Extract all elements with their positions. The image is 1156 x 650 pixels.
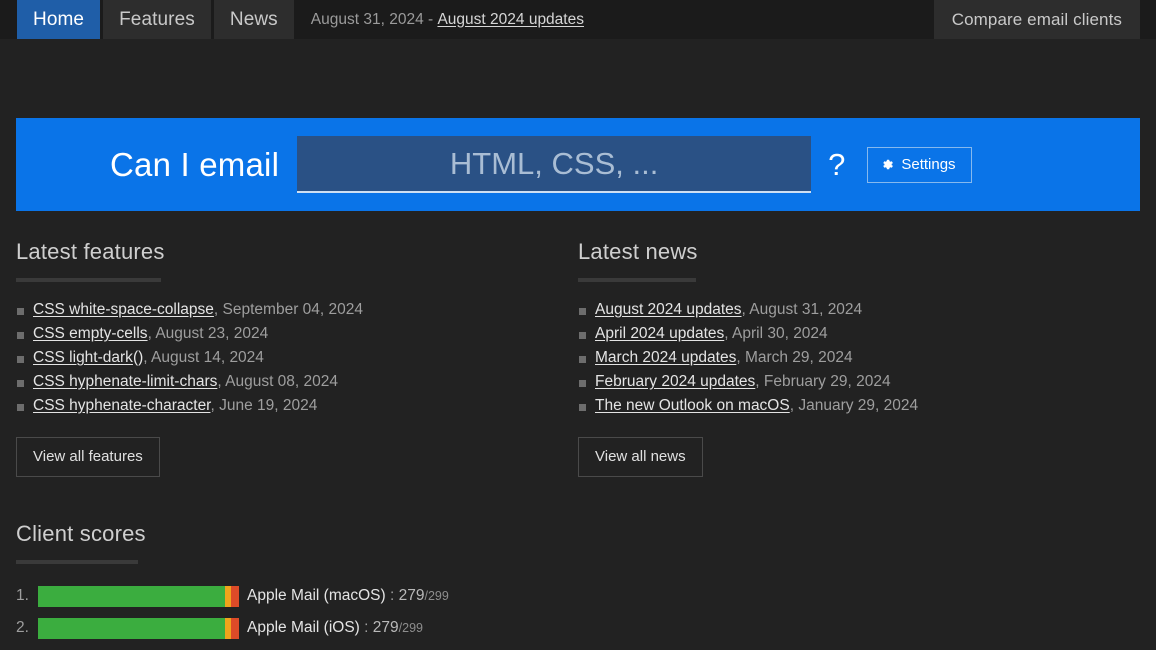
feature-date: , August 08, 2024 bbox=[217, 373, 339, 390]
score-bar bbox=[38, 585, 239, 607]
news-link[interactable]: April 2024 updates bbox=[595, 325, 724, 342]
feature-link[interactable]: CSS hyphenate-character bbox=[33, 397, 211, 414]
news-link[interactable]: The new Outlook on macOS bbox=[595, 397, 790, 414]
content-columns: Latest features CSS white-space-collapse… bbox=[0, 239, 1156, 477]
top-navigation-bar: Home Features News August 31, 2024 - Aug… bbox=[0, 0, 1156, 39]
news-date: , January 29, 2024 bbox=[789, 397, 919, 414]
feature-link[interactable]: CSS light-dark bbox=[33, 349, 133, 366]
list-item: March 2024 updates, March 29, 2024 bbox=[578, 346, 1140, 370]
feature-date: , September 04, 2024 bbox=[213, 301, 363, 318]
feature-link[interactable]: CSS empty-cells bbox=[33, 325, 148, 342]
list-item: CSS hyphenate-limit-chars, August 08, 20… bbox=[16, 370, 578, 394]
banner-title: Can I email bbox=[110, 145, 280, 183]
score-separator: : bbox=[359, 619, 373, 636]
list-item: The new Outlook on macOS, January 29, 20… bbox=[578, 394, 1140, 418]
nav-latest-update: August 31, 2024 - August 2024 updates bbox=[297, 0, 584, 39]
score-separator: : bbox=[385, 587, 399, 604]
search-banner: Can I email ? Settings bbox=[16, 118, 1140, 211]
nav-tab-news[interactable]: News bbox=[213, 0, 294, 39]
gear-icon bbox=[881, 158, 894, 171]
client-scores-section: Client scores 1. Apple Mail (macOS) : 27… bbox=[0, 521, 1156, 650]
news-link[interactable]: February 2024 updates bbox=[595, 373, 755, 390]
client-scores-heading: Client scores bbox=[16, 521, 146, 546]
score-value: 279 bbox=[398, 587, 425, 604]
view-all-news-button[interactable]: View all news bbox=[578, 437, 703, 477]
score-total: /299 bbox=[424, 589, 449, 603]
news-date: , August 31, 2024 bbox=[741, 301, 863, 318]
list-item: CSS light-dark(), August 14, 2024 bbox=[16, 346, 578, 370]
score-row bbox=[16, 644, 1140, 650]
view-all-features-button[interactable]: View all features bbox=[16, 437, 160, 477]
score-value: 279 bbox=[372, 619, 399, 636]
nav-tab-home-label: Home bbox=[33, 8, 85, 30]
nav-tab-features[interactable]: Features bbox=[103, 0, 211, 39]
feature-date: , June 19, 2024 bbox=[210, 397, 318, 414]
list-item: April 2024 updates, April 30, 2024 bbox=[578, 322, 1140, 346]
list-item: August 2024 updates, August 31, 2024 bbox=[578, 298, 1140, 322]
settings-button[interactable]: Settings bbox=[867, 146, 972, 183]
score-bar-unsupported bbox=[230, 617, 239, 639]
score-client-name: Apple Mail (macOS) bbox=[247, 587, 386, 604]
list-item: February 2024 updates, February 29, 2024 bbox=[578, 370, 1140, 394]
nav-tab-compare-label: Compare email clients bbox=[951, 9, 1122, 29]
nav-tab-home[interactable]: Home bbox=[17, 0, 101, 39]
latest-news-divider bbox=[578, 278, 696, 282]
nav-tab-news-label: News bbox=[229, 8, 278, 30]
latest-features-list: CSS white-space-collapse, September 04, … bbox=[16, 298, 578, 418]
client-scores-divider bbox=[16, 560, 138, 564]
feature-suffix: () bbox=[132, 349, 144, 366]
score-row: 1. Apple Mail (macOS) : 279/299 bbox=[16, 580, 1140, 612]
settings-button-label: Settings bbox=[901, 155, 956, 173]
score-bar-supported bbox=[38, 617, 225, 639]
feature-date: , August 23, 2024 bbox=[147, 325, 269, 342]
score-rank: 1. bbox=[16, 587, 29, 604]
list-item: CSS white-space-collapse, September 04, … bbox=[16, 298, 578, 322]
nav-latest-update-link[interactable]: August 2024 updates bbox=[437, 11, 584, 29]
feature-link[interactable]: CSS white-space-collapse bbox=[33, 301, 214, 318]
latest-news-heading: Latest news bbox=[578, 239, 698, 264]
latest-features-heading: Latest features bbox=[16, 239, 165, 264]
nav-tab-features-label: Features bbox=[119, 8, 195, 30]
nav-latest-update-date: August 31, 2024 - bbox=[310, 10, 438, 28]
news-date: , February 29, 2024 bbox=[755, 373, 891, 390]
search-banner-wrapper: Can I email ? Settings bbox=[0, 118, 1156, 211]
score-label: Apple Mail (iOS) : 279/299 bbox=[247, 619, 423, 637]
score-bar-supported bbox=[38, 585, 225, 607]
nav-tab-compare-email-clients[interactable]: Compare email clients bbox=[933, 0, 1140, 39]
score-bar-unsupported bbox=[230, 585, 239, 607]
latest-features-section: Latest features CSS white-space-collapse… bbox=[16, 239, 578, 477]
help-icon[interactable]: ? bbox=[828, 149, 845, 180]
nav-tabs: Home Features News August 31, 2024 - Aug… bbox=[17, 0, 584, 39]
list-item: CSS empty-cells, August 23, 2024 bbox=[16, 322, 578, 346]
score-row: 2. Apple Mail (iOS) : 279/299 bbox=[16, 612, 1140, 644]
latest-features-divider bbox=[16, 278, 161, 282]
news-link[interactable]: March 2024 updates bbox=[595, 349, 736, 366]
score-client-name: Apple Mail (iOS) bbox=[247, 619, 360, 636]
news-link[interactable]: August 2024 updates bbox=[595, 301, 742, 318]
score-bar bbox=[38, 617, 239, 639]
latest-news-list: August 2024 updates, August 31, 2024 Apr… bbox=[578, 298, 1140, 418]
score-total: /299 bbox=[398, 621, 423, 635]
score-label: Apple Mail (macOS) : 279/299 bbox=[247, 587, 449, 605]
search-input[interactable] bbox=[297, 136, 812, 193]
score-rank: 2. bbox=[16, 619, 29, 636]
nav-right-group: Compare email clients bbox=[933, 0, 1140, 39]
feature-date: , August 14, 2024 bbox=[143, 349, 264, 366]
latest-news-section: Latest news August 2024 updates, August … bbox=[578, 239, 1140, 477]
list-item: CSS hyphenate-character, June 19, 2024 bbox=[16, 394, 578, 418]
news-date: , March 29, 2024 bbox=[736, 349, 853, 366]
feature-link[interactable]: CSS hyphenate-limit-chars bbox=[33, 373, 217, 390]
news-date: , April 30, 2024 bbox=[724, 325, 828, 342]
